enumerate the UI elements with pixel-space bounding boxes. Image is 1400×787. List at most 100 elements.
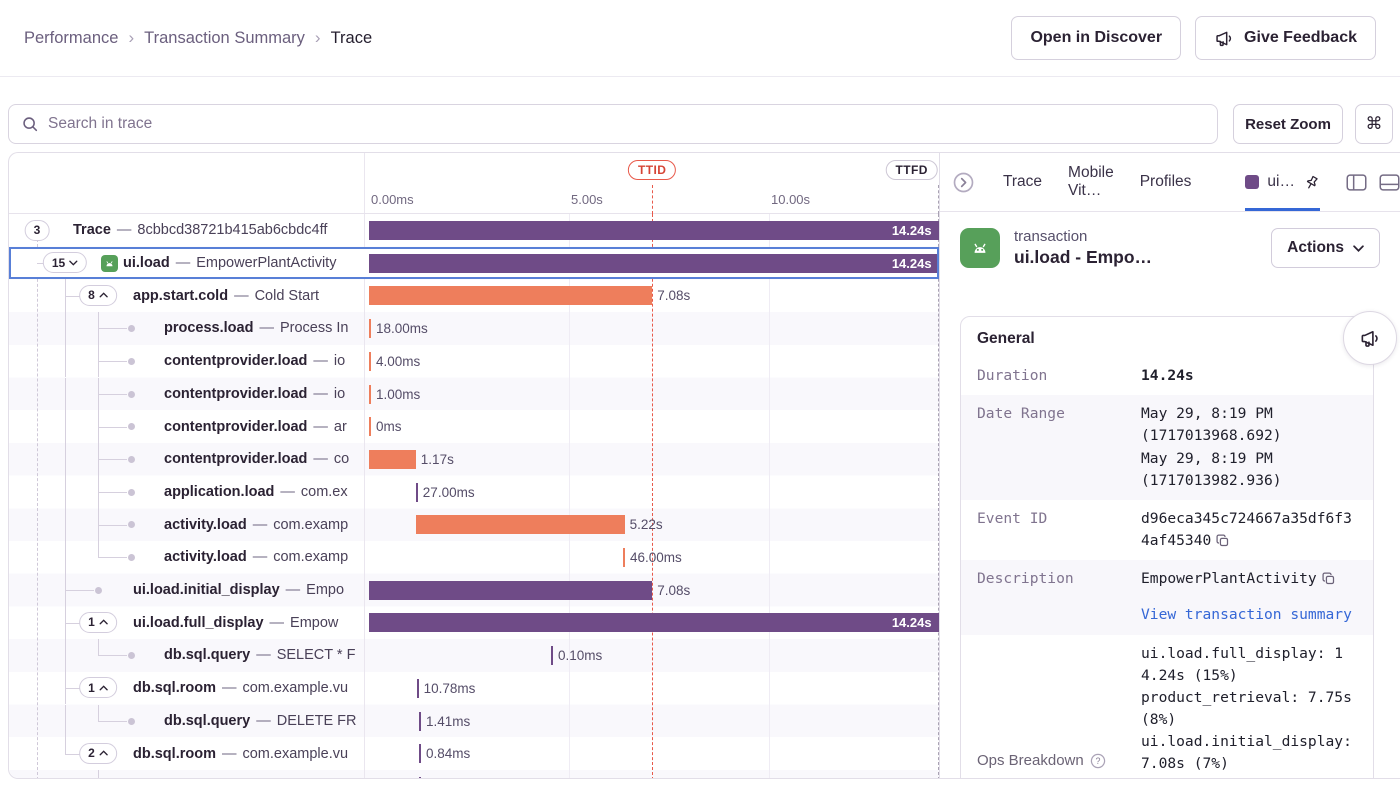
span-label: ui.load.full_display—Empow — [133, 606, 338, 639]
keyboard-shortcut-button[interactable]: ⌘ — [1355, 104, 1393, 144]
span-tree-cell: contentprovider.load—io — [9, 378, 364, 411]
trace-row[interactable]: 1db.sql.room—com.example.vu10.78ms — [9, 672, 939, 705]
span-description: Process In — [280, 320, 349, 336]
span-op: db.sql.room — [133, 680, 216, 696]
copy-icon[interactable] — [1321, 571, 1336, 586]
trace-row[interactable]: contentprovider.load—co1.17s — [9, 443, 939, 476]
span-duration-bar[interactable] — [369, 319, 371, 338]
search-input[interactable] — [48, 115, 1205, 133]
span-op: ui.load — [123, 255, 170, 271]
trace-row[interactable]: db.sql.query—SELECT * F0.10ms — [9, 639, 939, 672]
tab-mobilevit[interactable]: Mobile Vit… — [1068, 153, 1114, 211]
span-duration-bar[interactable] — [417, 679, 419, 698]
feedback-fab-button[interactable] — [1343, 311, 1397, 365]
axis-tick-label: 10.00s — [771, 192, 810, 207]
span-duration-bar[interactable] — [369, 352, 371, 371]
detail-key-date-range: Date Range — [977, 403, 1129, 492]
trace-row[interactable]: contentprovider.load—ar0ms — [9, 410, 939, 443]
svg-text:?: ? — [1095, 756, 1100, 766]
trace-row[interactable]: 2db.sql.room—com.example.vu0.84ms — [9, 737, 939, 770]
span-duration-bar[interactable] — [369, 450, 416, 469]
span-duration-label: 46.00ms — [630, 548, 682, 567]
detail-text: d96eca345c724667a35df6f34af45340 — [1141, 510, 1352, 549]
span-duration-label: 7.08s — [657, 286, 690, 305]
span-dot — [95, 587, 102, 594]
give-feedback-button[interactable]: Give Feedback — [1195, 16, 1376, 60]
tab-profiles[interactable]: Profiles — [1140, 153, 1192, 211]
span-dot — [128, 391, 135, 398]
copy-icon[interactable] — [1215, 533, 1230, 548]
span-dot — [128, 521, 135, 528]
span-dot — [128, 489, 135, 496]
span-duration-bar[interactable] — [419, 777, 421, 778]
transaction-type-label: transaction — [1014, 228, 1152, 245]
span-duration-bar[interactable] — [369, 581, 652, 600]
expand-drawer-button[interactable] — [952, 171, 975, 194]
trace-row[interactable]: activity.load—com.examp 46.00ms — [9, 541, 939, 574]
trace-row[interactable]: db.sql.query—DELETE FR1.41ms — [9, 705, 939, 738]
span-tree-cell: 1db.sql.room—com.example.vu — [9, 672, 364, 705]
span-duration-bar[interactable] — [623, 548, 625, 567]
trace-row[interactable]: ui.load.initial_display—Empo7.08s — [9, 574, 939, 607]
breadcrumb-transaction-summary[interactable]: Transaction Summary — [144, 29, 305, 48]
trace-row[interactable]: 1 ui.load.full_display—Empow 14.24s — [9, 606, 939, 639]
span-duration-bar[interactable] — [419, 744, 421, 763]
tree-guide-elbow — [98, 525, 127, 526]
trace-row[interactable]: 8app.start.cold—Cold Start7.08s — [9, 279, 939, 312]
trace-row[interactable]: activity.load—com.examp5.22s — [9, 508, 939, 541]
trace-row[interactable]: 3Trace—8cbbcd38721b415ab6cbdc4ff14.24s — [9, 214, 939, 247]
trace-row[interactable]: 15ui.load—EmpowerPlantActivity14.24s — [9, 247, 939, 280]
span-description: Empo — [306, 582, 344, 598]
span-duration-bar[interactable]: 14.24s — [369, 221, 939, 240]
timeline-header: 0.00ms5.00s10.00sTTIDTTFD — [9, 153, 939, 214]
span-duration-label: 0ms — [376, 417, 402, 436]
pin-icon[interactable] — [1300, 170, 1323, 193]
span-count-badge[interactable]: 1 — [79, 612, 117, 633]
span-duration-bar[interactable] — [369, 385, 371, 404]
tab-ui[interactable]: ui… — [1245, 153, 1320, 211]
general-details: Duration14.24sDate RangeMay 29, 8:19 PM(… — [961, 357, 1373, 778]
span-label: db.sql.query—DELETE FR — [164, 705, 356, 738]
layout-left-panel-icon[interactable] — [1346, 174, 1367, 191]
breadcrumb-performance[interactable]: Performance — [24, 29, 118, 48]
span-count-badge[interactable]: 2 — [79, 743, 117, 764]
actions-button[interactable]: Actions — [1271, 228, 1380, 268]
span-count-badge[interactable]: 8 — [79, 285, 117, 306]
ops-breakdown-entry: product_retrieval: 7.75s (8%) — [1141, 687, 1357, 731]
span-op: ui.load.initial_display — [133, 582, 280, 598]
span-tree-cell: application.load—com.ex — [9, 476, 364, 509]
span-count-badge[interactable]: 15 — [43, 252, 87, 273]
span-duration-bar[interactable] — [369, 417, 371, 436]
span-count-badge[interactable]: 1 — [79, 677, 117, 698]
trace-row[interactable]: application.load—com.ex27.00ms — [9, 476, 939, 509]
view-transaction-summary-link[interactable]: View transaction summary — [1141, 604, 1357, 626]
detail-line: (1717013982.936) — [1141, 470, 1357, 492]
span-duration-bar[interactable] — [369, 286, 652, 305]
span-duration-bar[interactable]: 14.24s — [369, 254, 939, 273]
trace-row[interactable]: contentprovider.load—io4.00ms — [9, 345, 939, 378]
span-op: contentprovider.load — [164, 386, 307, 402]
trace-row[interactable]: db.sql.query—INSERT OR0.78ms — [9, 770, 939, 778]
span-duration-bar[interactable] — [419, 712, 421, 731]
span-duration-bar[interactable] — [416, 483, 418, 502]
span-duration-bar[interactable] — [416, 515, 625, 534]
span-duration-label: 14.24s — [892, 254, 932, 273]
layout-bottom-panel-icon[interactable] — [1379, 174, 1400, 191]
help-icon[interactable]: ? — [1090, 753, 1106, 769]
reset-zoom-button[interactable]: Reset Zoom — [1233, 104, 1343, 144]
span-count-badge[interactable]: 3 — [25, 220, 50, 241]
trace-row[interactable]: contentprovider.load—io1.00ms — [9, 378, 939, 411]
span-label: activity.load—com.examp — [164, 508, 348, 541]
android-icon — [101, 255, 118, 272]
span-tree-cell: activity.load—com.examp — [9, 508, 364, 541]
trace-toolbar: Reset Zoom ⌘ — [8, 104, 1392, 144]
open-in-discover-button[interactable]: Open in Discover — [1011, 16, 1181, 60]
span-duration-bar[interactable] — [551, 646, 553, 665]
span-duration-bar[interactable]: 14.24s — [369, 613, 939, 632]
span-tree-cell: activity.load—com.examp — [9, 541, 364, 574]
megaphone-icon — [1359, 327, 1382, 350]
span-label: application.load—com.ex — [164, 476, 348, 509]
chevron-up-icon — [99, 685, 108, 691]
tab-trace[interactable]: Trace — [1003, 153, 1042, 211]
trace-row[interactable]: process.load—Process In18.00ms — [9, 312, 939, 345]
